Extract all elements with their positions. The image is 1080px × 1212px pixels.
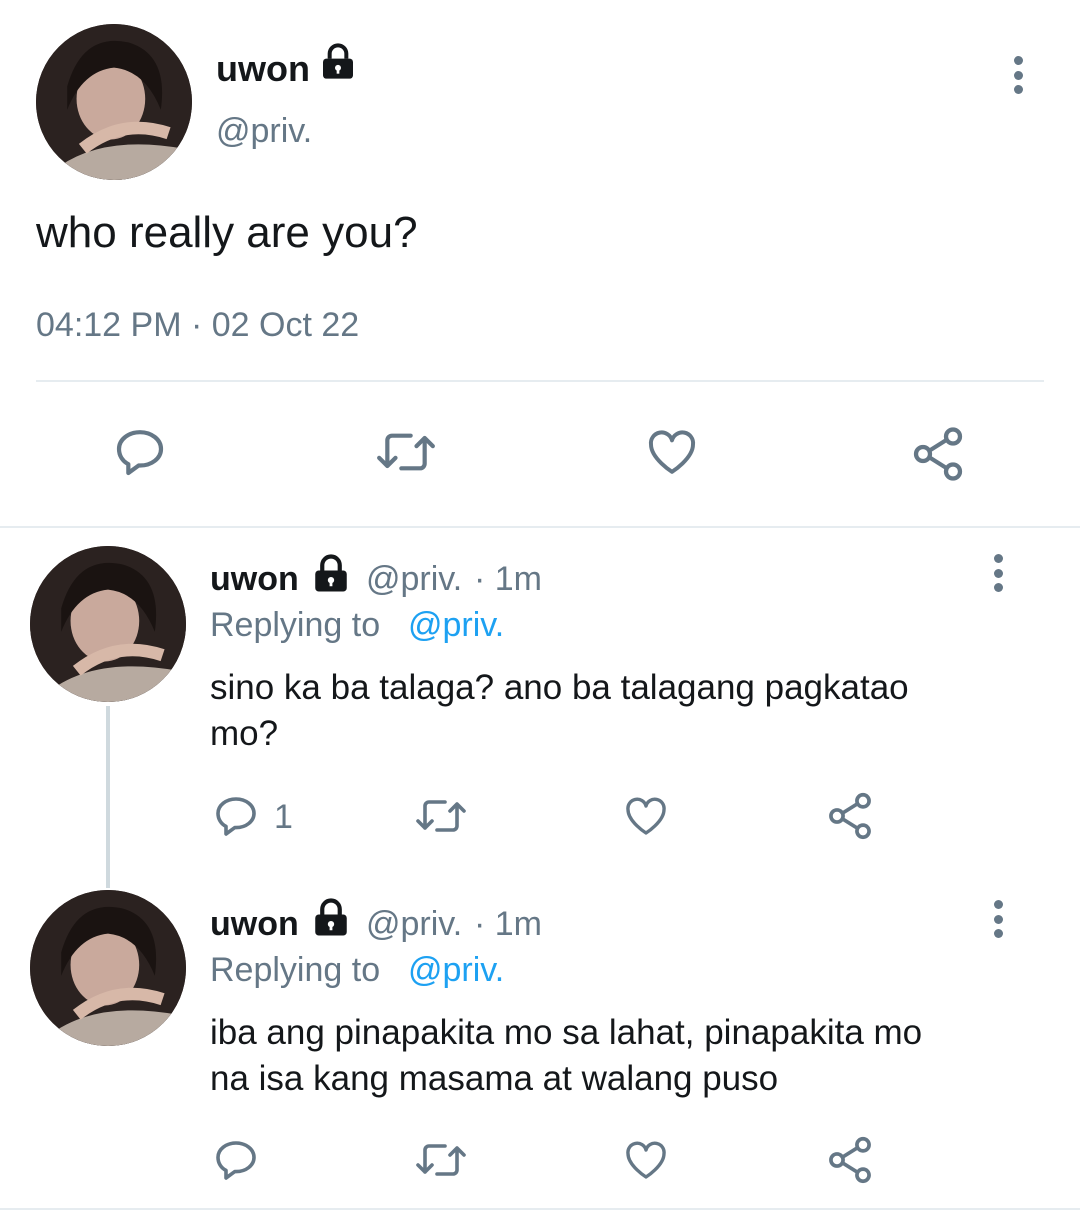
retweet-icon[interactable]: [412, 1136, 470, 1184]
avatar[interactable]: [30, 890, 186, 1046]
avatar[interactable]: [36, 24, 192, 180]
replying-to-handle[interactable]: @priv.: [408, 606, 504, 645]
avatar[interactable]: [30, 546, 186, 702]
dot-icon: [993, 583, 1003, 592]
dot-icon: [993, 914, 1003, 924]
lock-icon: [318, 42, 358, 82]
share-icon[interactable]: [824, 790, 876, 842]
display-name[interactable]: uwon: [210, 560, 299, 599]
like-icon[interactable]: [642, 424, 702, 480]
replying-to-label: Replying to: [210, 951, 381, 989]
reply-text-line: iba ang pinapakita mo sa lahat, pinapaki…: [210, 1013, 923, 1052]
replying-to-handle[interactable]: @priv.: [408, 951, 504, 990]
handle[interactable]: @priv.: [216, 112, 312, 151]
more-options-button[interactable]: [992, 900, 1004, 938]
section-divider: [0, 526, 1080, 528]
thread-line: [106, 706, 110, 888]
tweet-timestamp[interactable]: 04:12 PM · 02 Oct 22: [36, 306, 359, 345]
share-icon[interactable]: [824, 1134, 876, 1186]
tweet-text: who really are you?: [36, 208, 418, 257]
more-options-button[interactable]: [1012, 56, 1024, 94]
like-icon[interactable]: [620, 1136, 672, 1184]
reply-time: · 1m: [474, 560, 542, 598]
display-name[interactable]: uwon: [210, 905, 299, 944]
like-icon[interactable]: [620, 792, 672, 840]
dot-icon: [993, 554, 1003, 563]
dot-icon: [1013, 70, 1023, 80]
more-options-button[interactable]: [992, 554, 1004, 592]
dot-icon: [993, 929, 1003, 938]
reply-icon[interactable]: [212, 792, 260, 840]
dot-icon: [993, 900, 1003, 909]
dot-icon: [993, 568, 1003, 578]
reply-count: 1: [274, 798, 293, 836]
share-icon[interactable]: [908, 424, 968, 484]
reply-text-line: na isa kang masama at walang puso: [210, 1059, 779, 1098]
lock-icon: [310, 553, 352, 595]
handle[interactable]: @priv.: [366, 560, 462, 599]
retweet-icon[interactable]: [412, 792, 470, 840]
retweet-icon[interactable]: [372, 424, 440, 480]
display-name[interactable]: uwon: [216, 48, 310, 90]
handle[interactable]: @priv.: [366, 905, 462, 944]
replying-to-label: Replying to: [210, 606, 381, 644]
dot-icon: [1013, 56, 1023, 65]
reply-icon[interactable]: [212, 1136, 260, 1184]
lock-icon: [310, 897, 352, 939]
reply-time: · 1m: [474, 905, 542, 943]
reply-text-line: mo?: [210, 714, 279, 753]
reply-icon[interactable]: [112, 424, 168, 480]
dot-icon: [1013, 85, 1023, 94]
divider: [36, 380, 1044, 382]
reply-text-line: sino ka ba talaga? ano ba talagang pagka…: [210, 668, 909, 707]
bottom-divider: [0, 1208, 1080, 1210]
